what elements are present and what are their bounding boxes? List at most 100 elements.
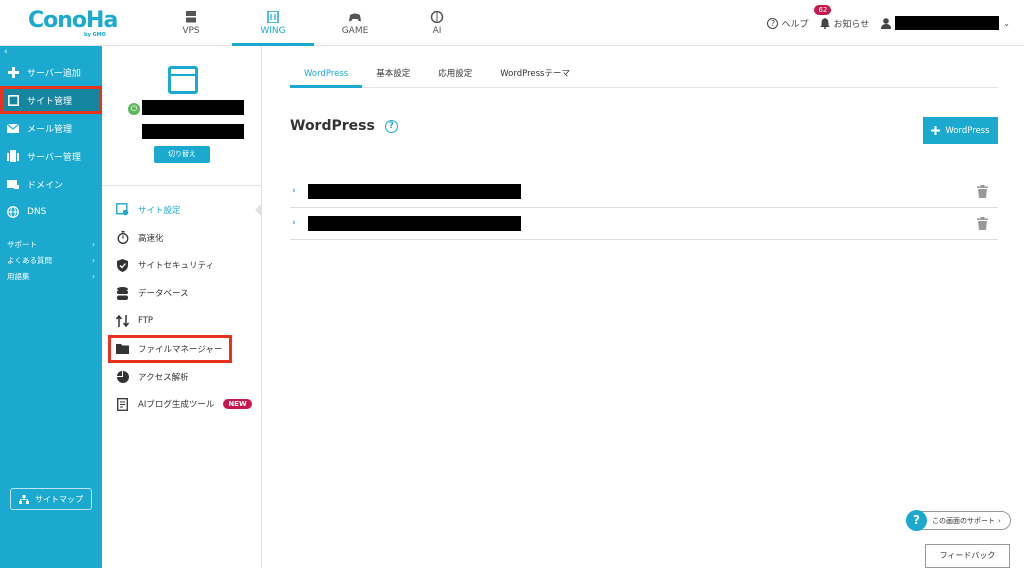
submenu-label: FTP	[138, 316, 154, 327]
help-label: ヘルプ	[781, 19, 809, 30]
page-title-text: WordPress	[290, 118, 375, 134]
tab-wordpress-theme[interactable]: WordPressテーマ	[486, 62, 584, 87]
site-sub-sidebar: ⏻ 切り替え サイト設定 高速化 サイトセキュリティ データベース FTP ファ…	[102, 46, 262, 568]
submenu-file-manager[interactable]: ファイルマネージャー	[108, 334, 232, 363]
submenu-ai-blog-tool[interactable]: AIブログ生成ツール NEW	[102, 391, 261, 419]
notifications-label: お知らせ	[833, 19, 870, 30]
expand-chevron-icon[interactable]: ›	[292, 186, 304, 196]
power-status-icon: ⏻	[128, 103, 140, 115]
wordpress-site-row[interactable]: ›	[290, 175, 998, 208]
new-badge: NEW	[223, 399, 252, 410]
main-sidebar: ‹ サーバー追加 サイト管理 メール管理 サーバー管理 ドメイン DNS サポー…	[0, 46, 102, 568]
topnav-ai[interactable]: AI	[396, 0, 478, 46]
document-icon	[116, 398, 129, 411]
notification-count-badge: 62	[814, 4, 832, 15]
topnav-wing[interactable]: WING	[232, 0, 314, 46]
topnav-label: GAME	[341, 25, 369, 36]
support-label: この画面のサポート	[932, 516, 995, 525]
sidebar-item-add-server[interactable]: サーバー追加	[0, 58, 102, 86]
wing-server-icon	[267, 10, 279, 23]
sidebar-item-label: サーバー管理	[27, 152, 81, 163]
switch-site-button[interactable]: 切り替え	[154, 146, 210, 163]
logo-subtext: by GMO	[84, 32, 106, 38]
sidebar-item-label: サイト管理	[27, 96, 73, 107]
top-bar: ConoHa by GMO VPS WING GAME AI ? ヘルプ 62 …	[0, 0, 1024, 46]
settings-tabs: WordPress 基本設定 応用設定 WordPressテーマ	[290, 62, 998, 88]
submenu-ftp[interactable]: FTP	[102, 307, 261, 335]
top-nav: VPS WING GAME AI	[150, 0, 478, 46]
site-url-redacted	[308, 183, 521, 199]
pie-chart-icon	[116, 370, 129, 383]
question-icon: ?	[906, 510, 927, 531]
sidebar-item-dns[interactable]: DNS	[0, 198, 102, 226]
sidebar-item-domain[interactable]: ドメイン	[0, 170, 102, 198]
site-card: ⏻ 切り替え	[102, 46, 261, 186]
topnav-label: VPS	[182, 25, 200, 36]
chevron-right-icon: ›	[92, 255, 95, 265]
topnav-label: AI	[432, 25, 442, 36]
sidebar-item-label: ドメイン	[27, 180, 64, 191]
tab-wordpress[interactable]: WordPress	[290, 62, 363, 88]
transfer-icon	[116, 315, 129, 328]
submenu-site-security[interactable]: サイトセキュリティ	[102, 252, 261, 280]
submenu-speedup[interactable]: 高速化	[102, 224, 261, 252]
sidebar-item-server-management[interactable]: サーバー管理	[0, 142, 102, 170]
submenu-site-settings[interactable]: サイト設定	[102, 196, 262, 224]
feedback-button[interactable]: フィードバック	[925, 544, 1010, 568]
main-content: WordPress 基本設定 応用設定 WordPressテーマ WordPre…	[262, 46, 1024, 568]
submenu-access-analytics[interactable]: アクセス解析	[102, 363, 261, 391]
site-submenu: サイト設定 高速化 サイトセキュリティ データベース FTP ファイルマネージャ…	[102, 186, 262, 419]
expand-chevron-icon[interactable]: ›	[292, 218, 304, 228]
sidebar-item-label: サーバー追加	[27, 68, 81, 79]
screen-support-button[interactable]: ? この画面のサポート ›	[906, 510, 1011, 531]
sidebar-item-mail[interactable]: メール管理	[0, 114, 102, 142]
sidebar-item-site-management[interactable]: サイト管理	[0, 86, 102, 114]
sidebar-link-label: 用語集	[7, 271, 30, 281]
submenu-label: ファイルマネージャー	[138, 344, 223, 355]
help-question-icon[interactable]: ?	[384, 119, 398, 133]
mail-icon	[7, 122, 19, 134]
topnav-game[interactable]: GAME	[314, 0, 396, 46]
topnav-vps[interactable]: VPS	[150, 0, 232, 46]
submenu-label: アクセス解析	[138, 372, 189, 383]
site-settings-icon	[116, 203, 129, 216]
help-link[interactable]: ? ヘルプ	[767, 17, 808, 30]
submenu-label: 高速化	[138, 233, 164, 244]
sidebar-link-support[interactable]: サポート ›	[0, 236, 102, 252]
sidebar-link-label: よくある質問	[7, 255, 52, 265]
plus-icon	[931, 126, 941, 135]
user-icon	[881, 17, 892, 29]
add-button-label: WordPress	[945, 125, 990, 136]
site-icon	[7, 94, 19, 106]
wordpress-site-row[interactable]: ›	[290, 207, 998, 240]
trash-icon[interactable]	[977, 185, 988, 198]
gamepad-icon	[349, 13, 361, 21]
site-url-redacted	[308, 215, 521, 231]
chevron-down-icon: ⌄	[1003, 18, 1010, 28]
sitemap-label: サイトマップ	[35, 494, 83, 504]
sitemap-icon	[19, 494, 29, 504]
site-domain-redacted	[142, 124, 244, 139]
collapse-sidebar-icon[interactable]: ‹	[0, 46, 102, 58]
help-icon: ?	[767, 17, 779, 29]
add-wordpress-button[interactable]: WordPress	[923, 117, 998, 144]
trash-icon[interactable]	[977, 217, 988, 230]
notifications-link[interactable]: 62 お知らせ	[814, 4, 870, 30]
sidebar-link-glossary[interactable]: 用語集 ›	[0, 268, 102, 284]
tab-basic-settings[interactable]: 基本設定	[362, 62, 424, 87]
user-menu[interactable]: ⌄	[881, 16, 1010, 30]
stopwatch-icon	[116, 231, 129, 245]
database-icon	[116, 286, 129, 300]
domain-icon	[7, 178, 19, 190]
brain-icon	[430, 10, 444, 23]
sidebar-link-faq[interactable]: よくある質問 ›	[0, 252, 102, 268]
chevron-right-icon: ›	[998, 516, 1001, 525]
shield-icon	[116, 258, 129, 272]
tab-advanced-settings[interactable]: 応用設定	[424, 62, 486, 87]
topnav-label: WING	[260, 25, 286, 36]
page-title: WordPress ?	[290, 118, 398, 134]
conoha-logo[interactable]: ConoHa by GMO	[28, 8, 120, 38]
server-icon	[186, 10, 196, 22]
sitemap-button[interactable]: サイトマップ	[10, 488, 92, 510]
submenu-database[interactable]: データベース	[102, 279, 261, 307]
